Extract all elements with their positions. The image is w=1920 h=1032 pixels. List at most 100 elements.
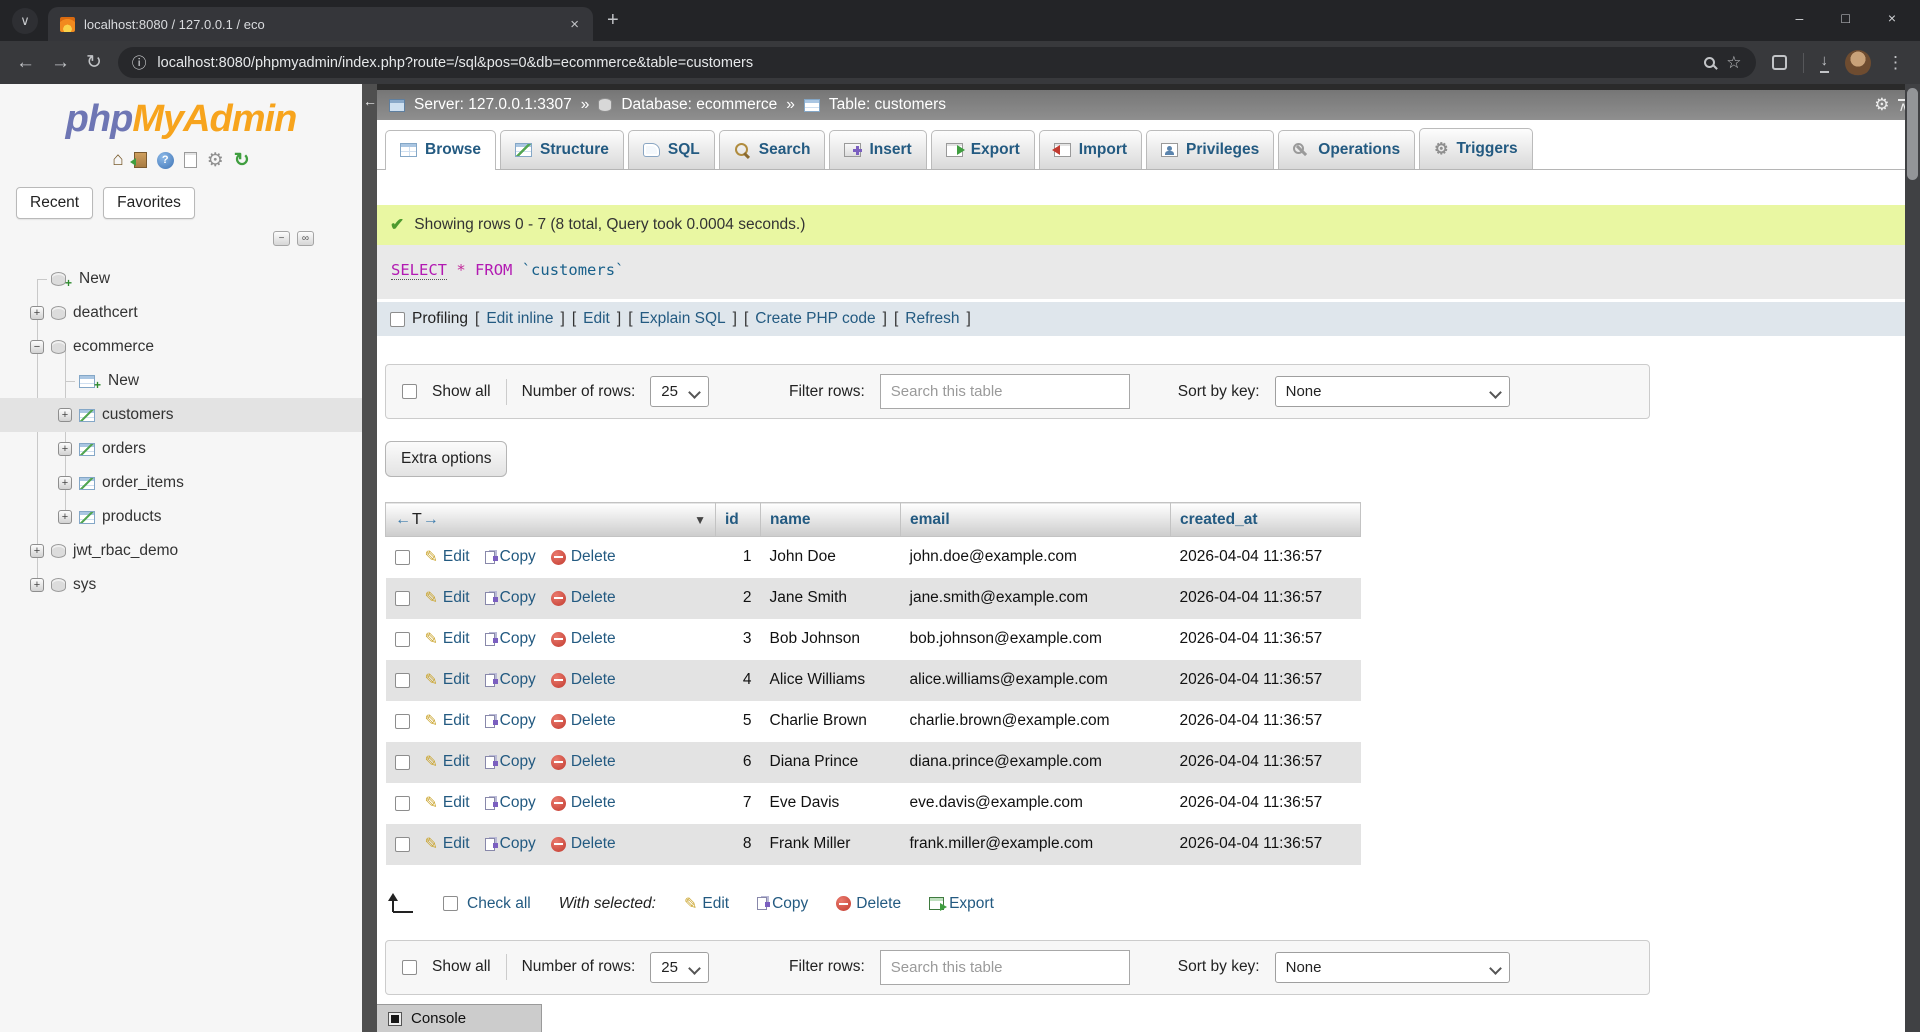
row-checkbox[interactable] <box>395 755 410 770</box>
tab-triggers[interactable]: ⚙Triggers <box>1419 128 1533 169</box>
delete-link[interactable]: Delete <box>551 753 616 771</box>
link-panel-icon[interactable]: ∞ <box>297 231 314 246</box>
tab-privileges[interactable]: Privileges <box>1146 130 1274 169</box>
number-of-rows-select[interactable]: 25 <box>650 952 709 983</box>
tab-structure[interactable]: Structure <box>500 130 624 169</box>
copy-link[interactable]: Copy <box>485 548 536 566</box>
copy-link[interactable]: Copy <box>485 835 536 853</box>
tree-item-ecommerce[interactable]: − ecommerce <box>0 330 362 364</box>
delete-link[interactable]: Delete <box>551 835 616 853</box>
site-info-icon[interactable]: ⓘ <box>132 52 147 73</box>
explain-sql-link[interactable]: Explain SQL <box>640 310 726 328</box>
browser-menu-icon[interactable]: ⋮ <box>1887 53 1904 73</box>
delete-link[interactable]: Delete <box>551 548 616 566</box>
breadcrumb-database[interactable]: Database: ecommerce <box>621 96 777 114</box>
edit-link[interactable]: ✎Edit <box>425 588 470 608</box>
documentation-icon[interactable] <box>184 152 197 168</box>
tab-import[interactable]: Import <box>1039 130 1142 169</box>
bulk-edit-link[interactable]: ✎Edit <box>684 894 729 914</box>
collapse-navigation-arrow-icon[interactable]: ← <box>363 93 377 109</box>
row-checkbox[interactable] <box>395 550 410 565</box>
edit-link[interactable]: ✎Edit <box>425 834 470 854</box>
collapse-icon[interactable]: − <box>30 340 44 354</box>
back-button[interactable]: ← <box>16 52 35 74</box>
address-bar[interactable]: ⓘ localhost:8080/phpmyadmin/index.php?ro… <box>118 47 1756 78</box>
edit-link[interactable]: ✎Edit <box>425 752 470 772</box>
console-bar[interactable]: Console <box>377 1004 542 1032</box>
filter-search-input[interactable] <box>880 950 1130 985</box>
tree-item-orders[interactable]: + orders <box>0 432 362 466</box>
bookmark-star-icon[interactable]: ☆ <box>1726 53 1741 73</box>
show-all-checkbox[interactable] <box>402 384 417 399</box>
logout-icon[interactable] <box>134 152 147 168</box>
show-all-checkbox[interactable] <box>402 960 417 975</box>
column-header-created-at[interactable]: created_at <box>1171 503 1361 537</box>
row-checkbox[interactable] <box>395 837 410 852</box>
expand-icon[interactable]: + <box>30 306 44 320</box>
edit-link[interactable]: ✎Edit <box>425 670 470 690</box>
tab-export[interactable]: Export <box>931 130 1035 169</box>
copy-link[interactable]: Copy <box>485 753 536 771</box>
tab-sql[interactable]: SQL <box>628 130 715 169</box>
expand-icon[interactable]: + <box>58 408 72 422</box>
expand-icon[interactable]: + <box>30 544 44 558</box>
recent-button[interactable]: Recent <box>16 187 93 219</box>
copy-link[interactable]: Copy <box>485 794 536 812</box>
row-checkbox[interactable] <box>395 673 410 688</box>
edit-link[interactable]: ✎Edit <box>425 629 470 649</box>
expand-icon[interactable]: + <box>58 442 72 456</box>
edit-inline-link[interactable]: Edit inline <box>486 310 553 328</box>
page-scrollbar[interactable] <box>1905 84 1920 1032</box>
settings-gear-icon[interactable]: ⚙ <box>207 149 224 172</box>
bulk-copy-link[interactable]: Copy <box>757 895 808 913</box>
column-header-email[interactable]: email <box>901 503 1171 537</box>
minimize-button[interactable]: – <box>1796 10 1804 26</box>
column-header-name[interactable]: name <box>761 503 901 537</box>
bulk-delete-link[interactable]: Delete <box>836 895 901 913</box>
edit-link[interactable]: Edit <box>583 310 610 328</box>
nav-t-glyph[interactable]: T <box>412 511 422 529</box>
extra-options-button[interactable]: Extra options <box>385 441 507 477</box>
expand-icon[interactable]: + <box>58 476 72 490</box>
delete-link[interactable]: Delete <box>551 589 616 607</box>
reload-navigation-icon[interactable]: ↻ <box>234 149 250 172</box>
reload-button[interactable]: ↻ <box>86 51 102 74</box>
create-php-code-link[interactable]: Create PHP code <box>755 310 875 328</box>
tab-search[interactable]: Search <box>719 130 826 169</box>
sort-by-key-select[interactable]: None <box>1275 952 1510 983</box>
filter-search-input[interactable] <box>880 374 1130 409</box>
tab-search-chevron-icon[interactable]: ∨ <box>12 8 38 34</box>
favorites-button[interactable]: Favorites <box>103 187 195 219</box>
delete-link[interactable]: Delete <box>551 671 616 689</box>
expand-icon[interactable]: + <box>58 510 72 524</box>
copy-link[interactable]: Copy <box>485 712 536 730</box>
tree-item-order-items[interactable]: + order_items <box>0 466 362 500</box>
delete-link[interactable]: Delete <box>551 794 616 812</box>
row-checkbox[interactable] <box>395 714 410 729</box>
row-checkbox[interactable] <box>395 632 410 647</box>
check-all-control[interactable]: Check all <box>443 895 531 913</box>
copy-link[interactable]: Copy <box>485 589 536 607</box>
copy-link[interactable]: Copy <box>485 671 536 689</box>
tab-insert[interactable]: Insert <box>829 130 926 169</box>
tab-browse[interactable]: Browse <box>385 130 496 170</box>
sidebar-divider-strip[interactable]: ← <box>362 84 377 1032</box>
check-all-checkbox[interactable] <box>443 896 458 911</box>
delete-link[interactable]: Delete <box>551 630 616 648</box>
breadcrumb-server[interactable]: Server: 127.0.0.1:3307 <box>414 96 572 114</box>
maximize-button[interactable]: □ <box>1841 10 1849 26</box>
scrollbar-thumb[interactable] <box>1907 88 1918 180</box>
edit-link[interactable]: ✎Edit <box>425 711 470 731</box>
row-checkbox[interactable] <box>395 591 410 606</box>
extensions-icon[interactable] <box>1772 55 1787 70</box>
nav-left-arrow-icon[interactable]: ← <box>395 511 411 529</box>
expand-icon[interactable]: + <box>30 578 44 592</box>
downloads-icon[interactable]: ↓ <box>1820 52 1830 73</box>
breadcrumb-table[interactable]: Table: customers <box>829 96 946 114</box>
tree-item-jwt-rbac-demo[interactable]: + jwt_rbac_demo <box>0 534 362 568</box>
nav-right-arrow-icon[interactable]: → <box>423 511 439 529</box>
row-checkbox[interactable] <box>395 796 410 811</box>
phpmyadmin-logo[interactable]: phpMyAdmin <box>0 98 362 141</box>
collapse-all-icon[interactable]: − <box>273 231 290 246</box>
new-tab-button[interactable]: + <box>607 9 619 32</box>
